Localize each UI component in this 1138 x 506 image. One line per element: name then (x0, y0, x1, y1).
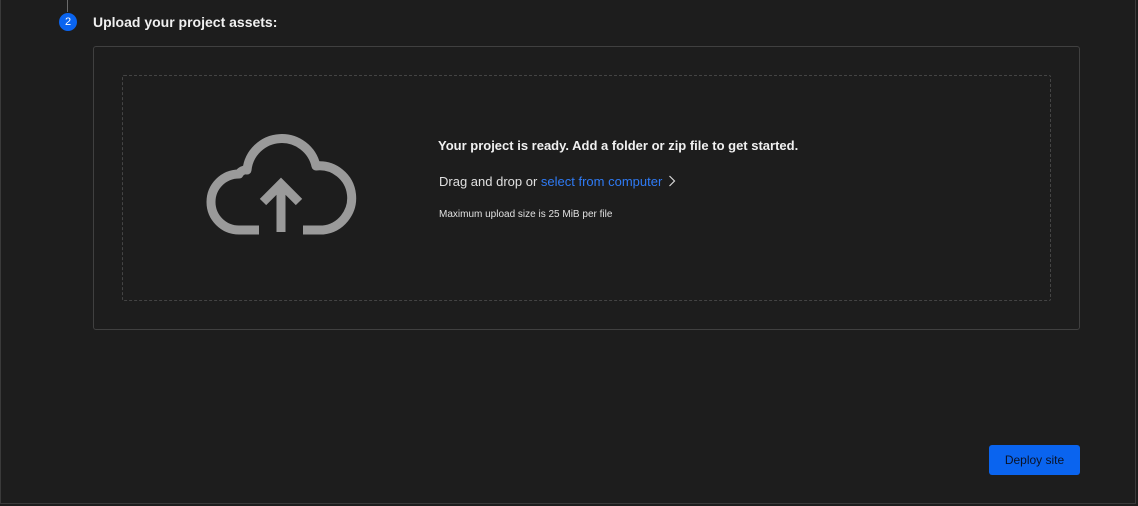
ready-message: Your project is ready. Add a folder or z… (438, 138, 799, 153)
step-connector-line (67, 0, 68, 12)
deploy-site-button[interactable]: Deploy site (989, 445, 1080, 475)
upload-page: 2 Upload your project assets: Your proje… (0, 0, 1136, 504)
cloud-upload-icon (206, 134, 357, 235)
step-title: Upload your project assets: (93, 14, 278, 30)
drag-drop-instruction: Drag and drop or select from computer (439, 174, 677, 189)
upload-card: Your project is ready. Add a folder or z… (93, 46, 1080, 330)
max-upload-size-note: Maximum upload size is 25 MiB per file (439, 209, 613, 220)
drop-zone[interactable]: Your project is ready. Add a folder or z… (122, 75, 1051, 301)
drag-drop-text: Drag and drop or (439, 174, 541, 189)
step-number-badge: 2 (59, 13, 77, 31)
chevron-right-icon[interactable] (667, 175, 677, 187)
select-from-computer-link[interactable]: select from computer (541, 174, 662, 189)
